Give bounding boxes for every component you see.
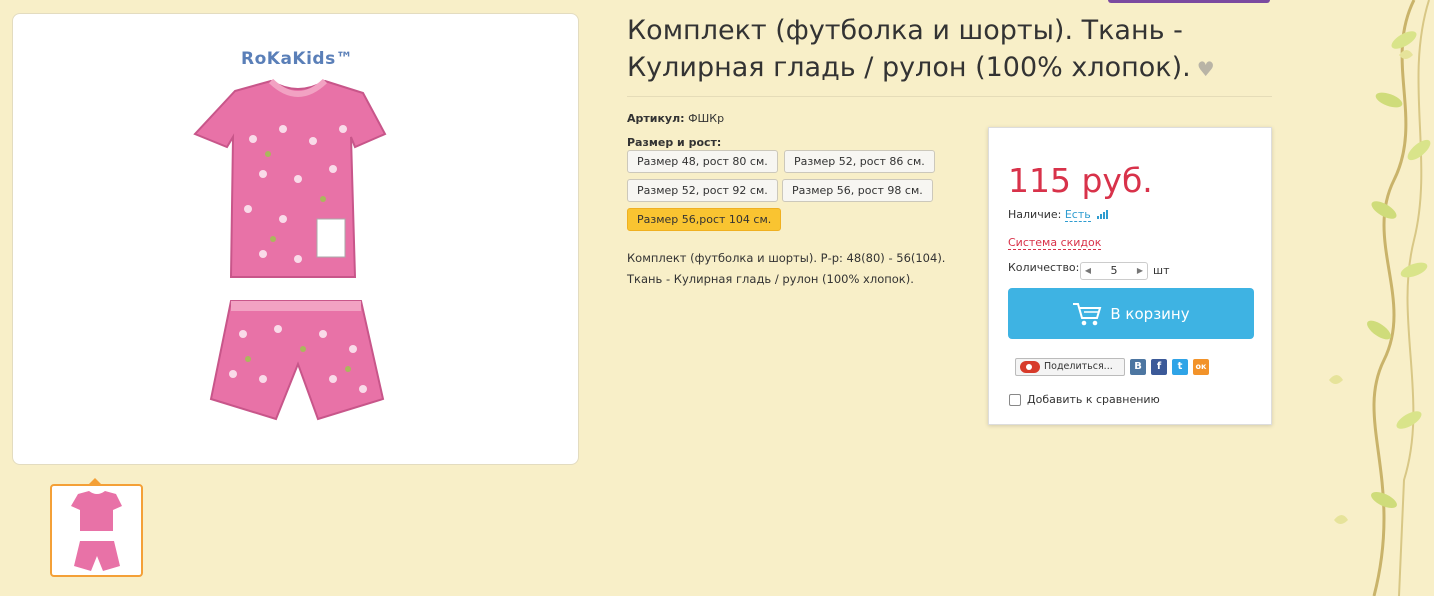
quantity-input[interactable]: 5 [1097, 263, 1131, 279]
compare-checkbox[interactable] [1009, 393, 1021, 406]
decorative-vines [1304, 0, 1434, 596]
quantity-stepper[interactable]: ◀ 5 ▶ [1080, 262, 1148, 280]
product-title-text: Комплект (футболка и шорты). Ткань - Кул… [627, 15, 1191, 83]
availability-label: Наличие: [1008, 208, 1062, 221]
sku-value: ФШКр [688, 112, 725, 125]
product-main-image[interactable]: RoKaKids™ [12, 13, 579, 465]
heart-icon[interactable]: ♥ [1197, 57, 1215, 81]
increment-icon[interactable]: ▶ [1133, 263, 1147, 279]
yandex-share-icon [1020, 361, 1040, 373]
sku-label: Артикул: [627, 112, 685, 125]
product-thumbnail[interactable] [50, 484, 143, 577]
vk-icon[interactable]: В [1130, 359, 1146, 375]
cart-icon [1073, 302, 1102, 325]
compare-row[interactable]: Добавить к сравнению [1009, 393, 1160, 406]
quantity-label: Количество: [1008, 261, 1080, 274]
decrement-icon[interactable]: ◀ [1081, 263, 1095, 279]
size-option[interactable]: Размер 52, рост 86 см. [784, 150, 935, 173]
thumbnail-photo [71, 491, 122, 571]
add-to-cart-label: В корзину [1110, 304, 1190, 323]
description-line: Ткань - Кулирная гладь / рулон (100% хло… [627, 272, 914, 286]
share-label: Поделиться... [1044, 361, 1113, 372]
size-option[interactable]: Размер 56, рост 98 см. [782, 179, 933, 202]
buy-box: 115 руб. Наличие: Есть Система скидок Ко… [988, 127, 1272, 425]
size-label: Размер и рост: [627, 136, 722, 149]
brand-logo: RoKaKids™ [241, 49, 354, 69]
product-photo [193, 79, 387, 421]
compare-label: Добавить к сравнению [1027, 393, 1160, 406]
twitter-icon[interactable]: t [1172, 359, 1188, 375]
product-title: Комплект (футболка и шорты). Ткань - Кул… [627, 12, 1247, 88]
stock-signal-icon [1097, 209, 1109, 222]
title-divider [627, 96, 1272, 97]
facebook-icon[interactable]: f [1151, 359, 1167, 375]
share-button[interactable]: Поделиться... [1015, 358, 1125, 376]
odnoklassniki-icon[interactable]: ок [1193, 359, 1209, 375]
product-description: Комплект (футболка и шорты). Р-р: 48(80)… [627, 248, 977, 290]
price: 115 руб. [1008, 161, 1153, 200]
discount-system-link[interactable]: Система скидок [1008, 236, 1102, 250]
size-option[interactable]: Размер 48, рост 80 см. [627, 150, 778, 173]
quantity-unit: шт [1153, 264, 1170, 277]
add-to-cart-button[interactable]: В корзину [1008, 288, 1254, 339]
description-line: Комплект (футболка и шорты). Р-р: 48(80)… [627, 251, 946, 265]
size-option[interactable]: Размер 52, рост 92 см. [627, 179, 778, 202]
size-option-selected[interactable]: Размер 56,рост 104 см. [627, 208, 782, 231]
top-strip [1108, 0, 1270, 3]
sku-row: Артикул: ФШКр [627, 112, 724, 125]
availability: Наличие: Есть [1008, 208, 1109, 222]
availability-value[interactable]: Есть [1064, 208, 1091, 222]
